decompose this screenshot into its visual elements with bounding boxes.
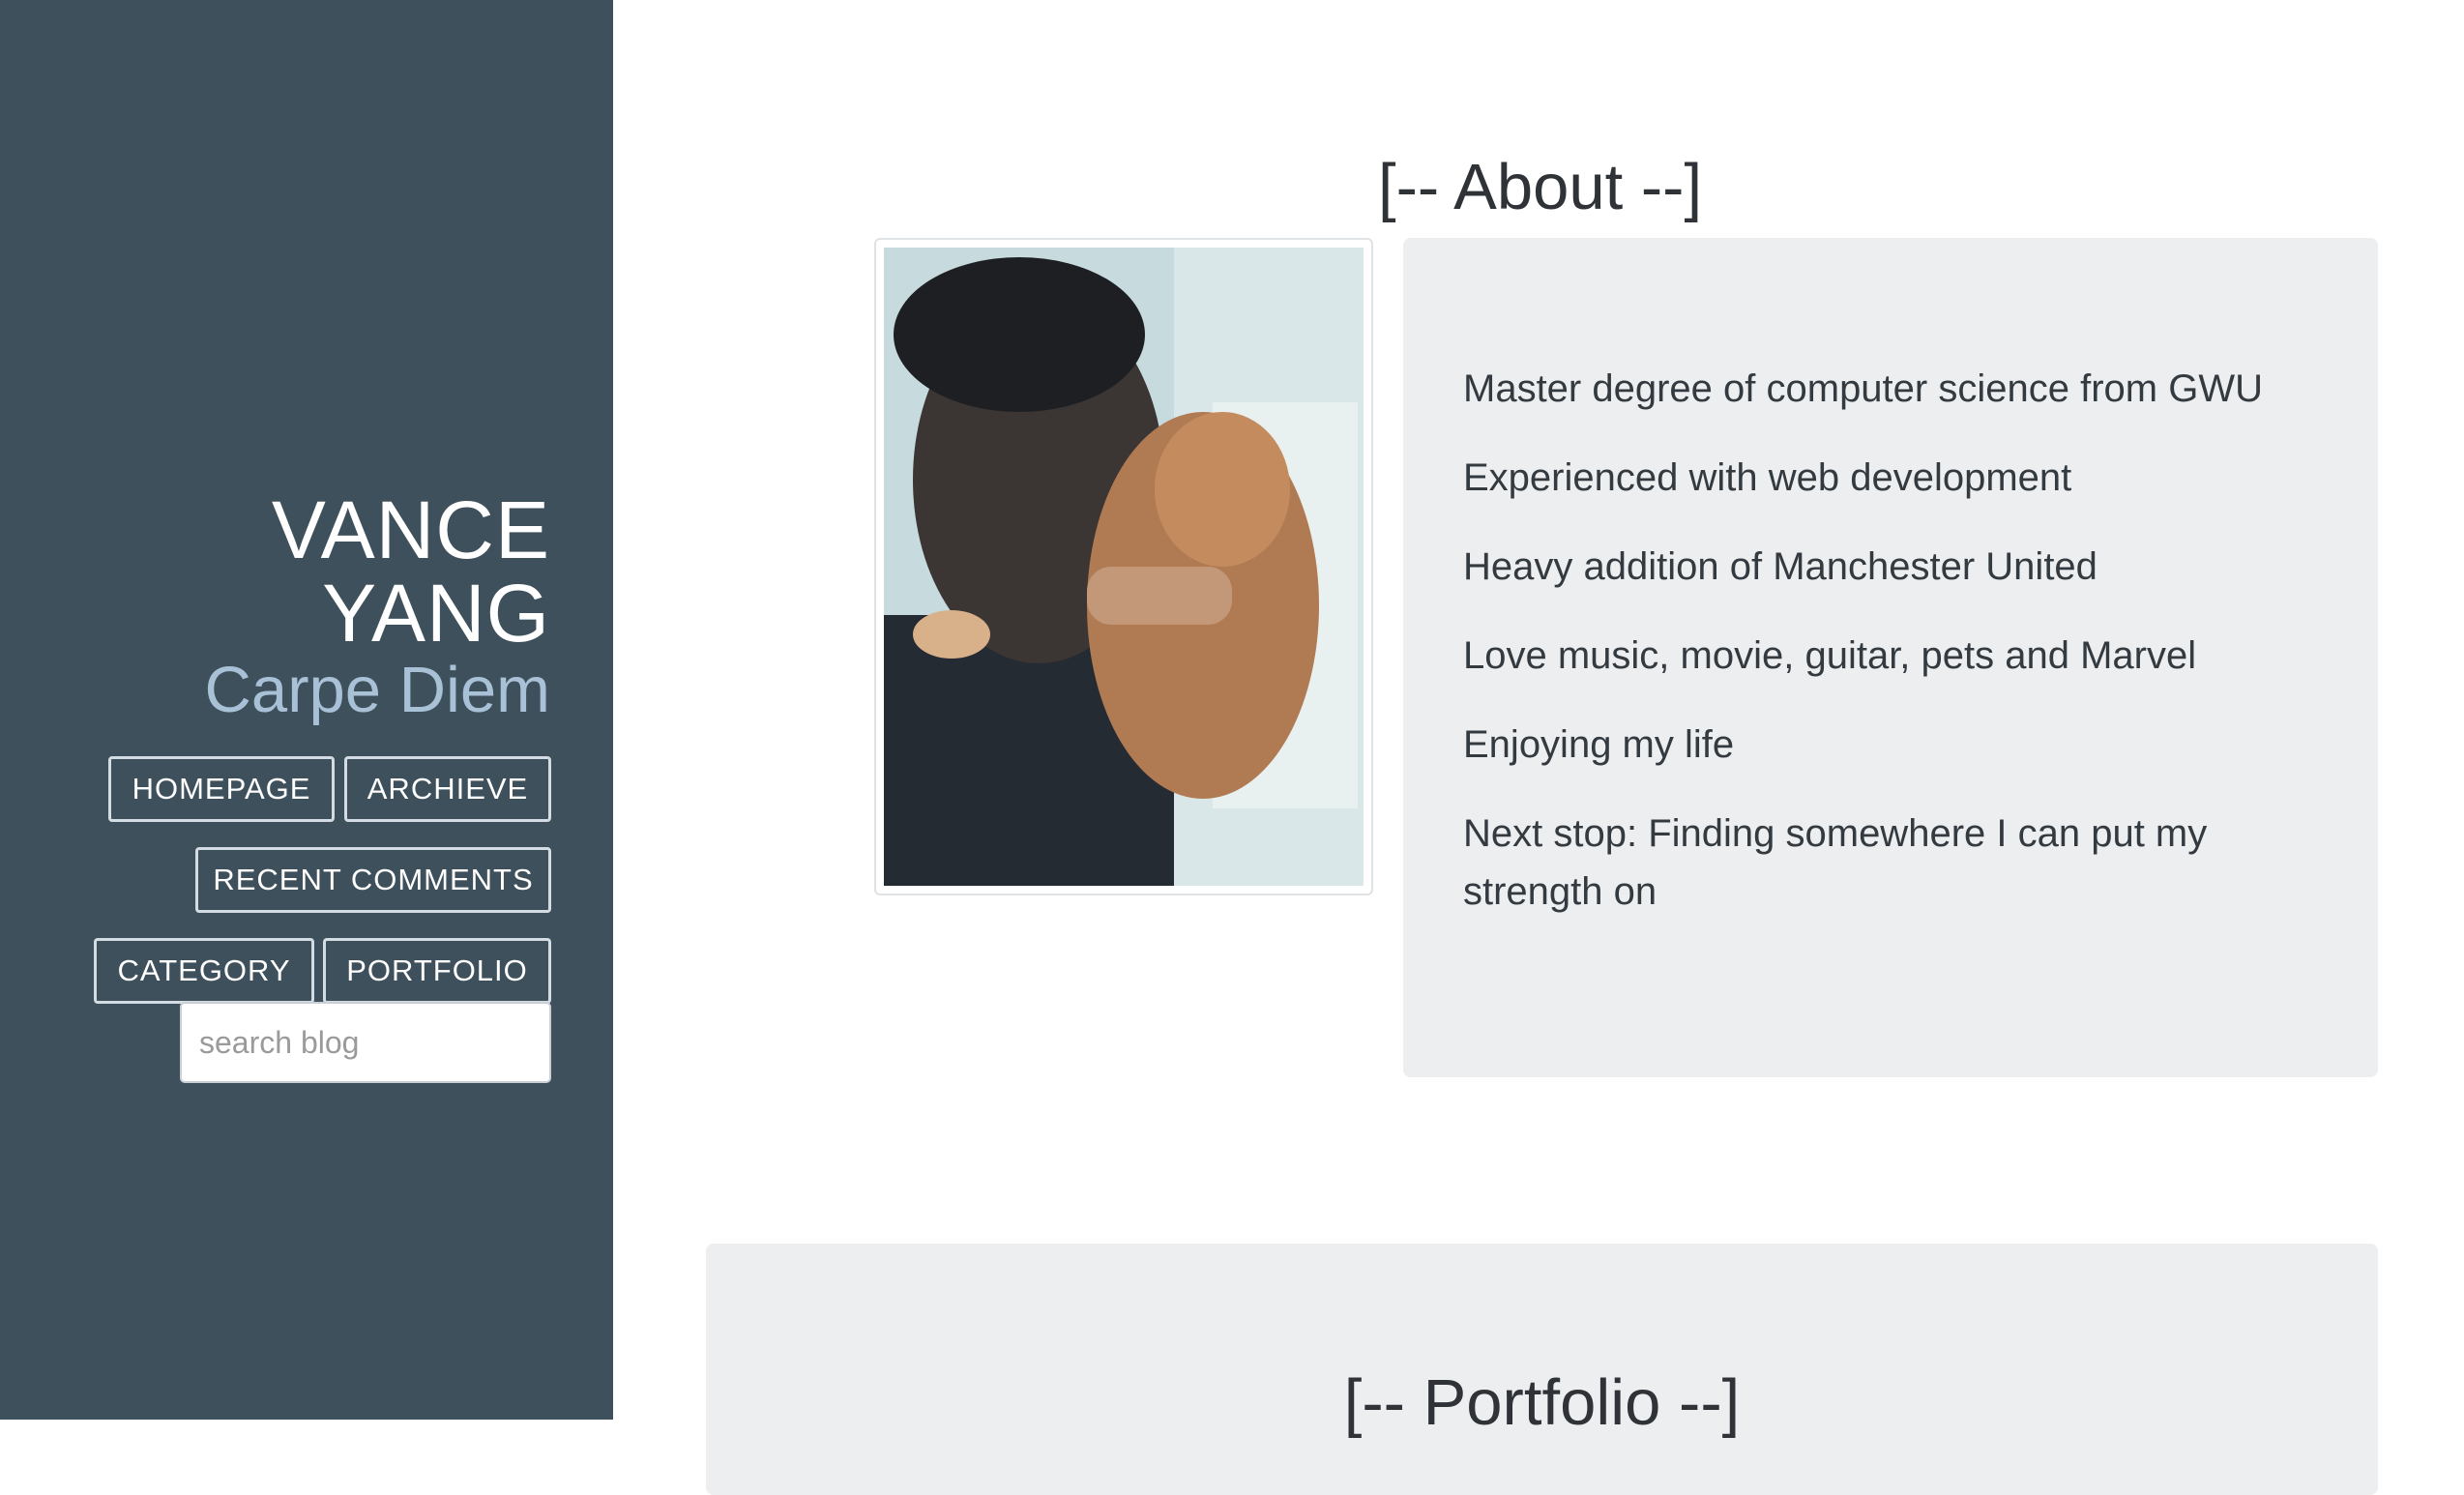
portfolio-section: [-- Portfolio --] <box>706 1244 2378 1495</box>
about-card: Master degree of computer science from G… <box>1403 238 2378 1077</box>
site-name-line2: YANG <box>322 568 550 659</box>
recent-comments-button[interactable]: RECENT COMMENTS <box>195 847 551 913</box>
category-button[interactable]: CATEGORY <box>94 938 314 1004</box>
site-name-line1: VANCE <box>271 484 550 575</box>
profile-photo <box>884 248 1364 886</box>
search-input[interactable] <box>180 1002 551 1083</box>
homepage-button[interactable]: HOMEPAGE <box>108 756 335 822</box>
portfolio-button[interactable]: PORTFOLIO <box>323 938 551 1004</box>
about-line-football: Heavy addition of Manchester United <box>1463 545 2097 588</box>
site-tagline: Carpe Diem <box>204 654 550 726</box>
about-line-education: Master degree of computer science from G… <box>1463 367 2263 410</box>
brand: VANCE YANG Carpe Diem <box>205 488 550 724</box>
archieve-button[interactable]: ARCHIEVE <box>344 756 551 822</box>
profile-photo-illustration <box>884 248 1364 886</box>
sidebar: VANCE YANG Carpe Diem HOMEPAGE ARCHIEVE … <box>0 0 613 1420</box>
about-line-hobbies: Love music, movie, guitar, pets and Marv… <box>1463 634 2197 677</box>
about-line-next-stop: Next stop: Finding somewhere I can put m… <box>1463 812 2208 913</box>
about-heading: [-- About --] <box>1378 151 1703 223</box>
profile-photo-frame <box>874 238 1373 895</box>
about-line-experience: Experienced with web development <box>1463 456 2072 499</box>
about-line-life: Enjoying my life <box>1463 723 1735 766</box>
portfolio-heading: [-- Portfolio --] <box>1343 1366 1741 1439</box>
